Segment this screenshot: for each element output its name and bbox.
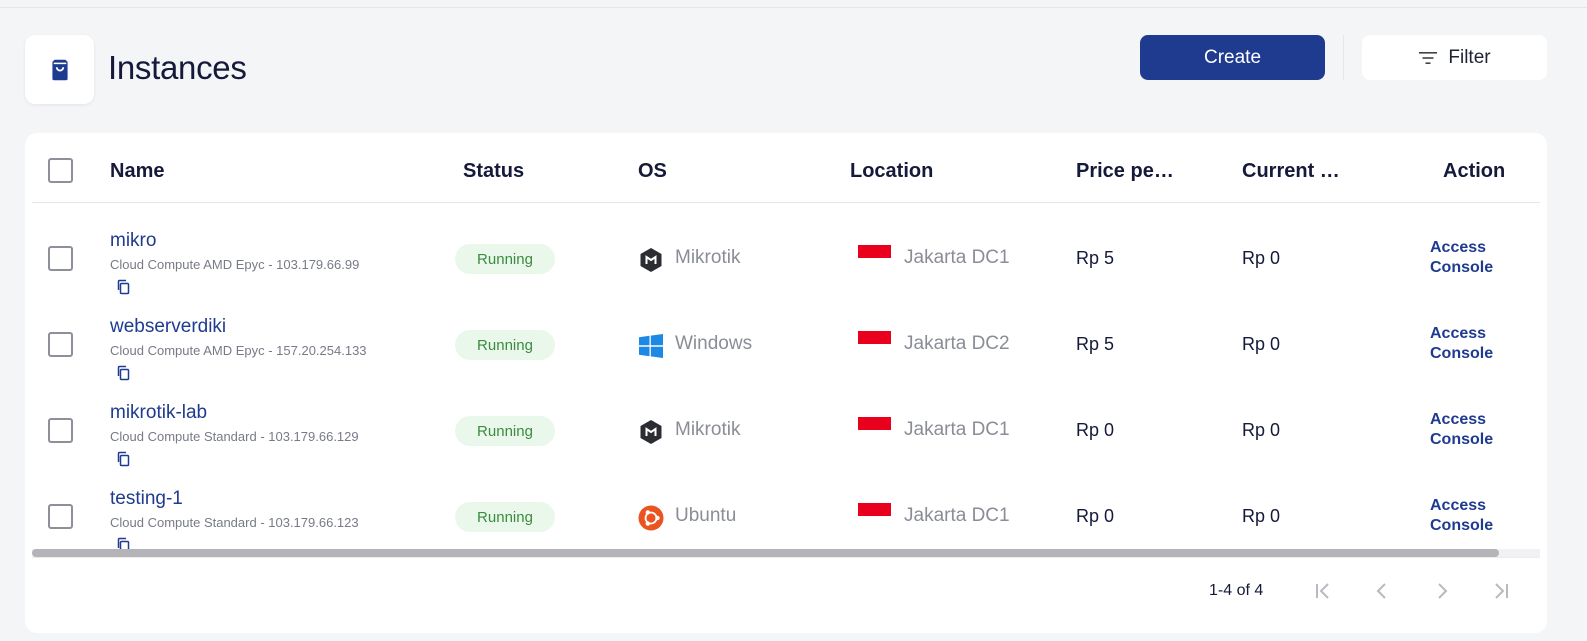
location-label: Jakarta DC1 [904, 505, 1010, 526]
os-label: Windows [675, 333, 753, 354]
access-console-link[interactable]: Access Console [1430, 496, 1510, 536]
os-label: Mikrotik [675, 419, 741, 440]
current-value: Rp 0 [1242, 334, 1281, 354]
copy-icon[interactable] [116, 365, 132, 381]
filter-button[interactable]: Filter [1362, 35, 1547, 80]
chevron-left-icon [1376, 583, 1386, 599]
instance-subtitle: Cloud Compute AMD Epyc - 103.179.66.99 [110, 257, 360, 272]
os-label: Ubuntu [675, 505, 737, 526]
row-checkbox[interactable] [48, 418, 73, 443]
current-value: Rp 0 [1242, 248, 1281, 268]
table-row: mikrotik-lab Cloud Compute Standard - 10… [0, 386, 1587, 472]
access-console-link[interactable]: Access Console [1430, 410, 1510, 450]
copy-icon[interactable] [116, 451, 132, 467]
action-line-2: Console [1430, 517, 1494, 534]
previous-page-button[interactable] [1370, 580, 1394, 602]
os-label: Mikrotik [675, 247, 741, 268]
action-line-2: Console [1430, 345, 1494, 362]
instance-name-link[interactable]: webserverdiki [110, 316, 226, 338]
status-badge: Running [455, 502, 555, 532]
instance-name-link[interactable]: testing-1 [110, 488, 183, 510]
action-line-1: Access [1430, 497, 1487, 514]
column-header-price[interactable]: Price pe… [1076, 160, 1174, 183]
price-value: Rp 5 [1076, 248, 1115, 268]
status-badge: Running [455, 330, 555, 360]
price-value: Rp 5 [1076, 334, 1115, 354]
access-console-link[interactable]: Access Console [1430, 238, 1510, 278]
footer-divider [32, 557, 1540, 558]
status-badge: Running [455, 416, 555, 446]
column-header-name[interactable]: Name [110, 160, 164, 183]
filter-label: Filter [1448, 46, 1491, 68]
last-page-button[interactable] [1489, 580, 1513, 602]
column-header-action: Action [1443, 160, 1506, 182]
shopping-bag-icon [51, 59, 68, 80]
column-header-current[interactable]: Current … [1242, 160, 1340, 183]
page-icon-box [25, 35, 94, 104]
instance-subtitle: Cloud Compute Standard - 103.179.66.123 [110, 515, 359, 530]
copy-icon[interactable] [116, 279, 132, 295]
mikrotik-icon [640, 248, 662, 272]
pagination-range: 1-4 of 4 [1209, 582, 1264, 599]
action-line-2: Console [1430, 259, 1494, 276]
current-value: Rp 0 [1242, 420, 1281, 440]
toolbar-divider [1343, 35, 1344, 80]
location-label: Jakarta DC1 [904, 247, 1010, 268]
create-button[interactable]: Create [1140, 35, 1325, 80]
action-line-1: Access [1430, 411, 1487, 428]
action-line-1: Access [1430, 325, 1487, 342]
column-header-os[interactable]: OS [638, 160, 667, 183]
row-checkbox[interactable] [48, 504, 73, 529]
top-divider [0, 7, 1587, 8]
ubuntu-icon [638, 505, 664, 531]
instance-name-link[interactable]: mikro [110, 230, 156, 252]
access-console-link[interactable]: Access Console [1430, 324, 1510, 364]
instance-name-link[interactable]: mikrotik-lab [110, 402, 207, 424]
column-header-status[interactable]: Status [463, 160, 524, 183]
instance-subtitle: Cloud Compute AMD Epyc - 157.20.254.133 [110, 343, 367, 358]
windows-icon [639, 334, 663, 358]
price-value: Rp 0 [1076, 420, 1115, 440]
table-row: mikro Cloud Compute AMD Epyc - 103.179.6… [0, 214, 1587, 300]
select-all-checkbox[interactable] [48, 158, 73, 183]
location-label: Jakarta DC2 [904, 333, 1010, 354]
location-label: Jakarta DC1 [904, 419, 1010, 440]
indonesia-flag [858, 503, 891, 516]
filter-lines-icon [1419, 51, 1438, 64]
horizontal-scrollbar-thumb[interactable] [32, 549, 1499, 557]
column-header-location[interactable]: Location [850, 160, 933, 183]
row-checkbox[interactable] [48, 246, 73, 271]
indonesia-flag [858, 417, 891, 430]
price-value: Rp 0 [1076, 506, 1115, 526]
instance-subtitle: Cloud Compute Standard - 103.179.66.129 [110, 429, 359, 444]
mikrotik-icon [640, 420, 662, 444]
current-value: Rp 0 [1242, 506, 1281, 526]
first-page-button[interactable] [1311, 580, 1335, 602]
table-row: testing-1 Cloud Compute Standard - 103.1… [0, 472, 1587, 558]
table-row: webserverdiki Cloud Compute AMD Epyc - 1… [0, 300, 1587, 386]
page-title: Instances [108, 49, 247, 86]
action-line-1: Access [1430, 239, 1487, 256]
first-page-icon [1316, 583, 1329, 599]
next-page-button[interactable] [1430, 580, 1454, 602]
row-checkbox[interactable] [48, 332, 73, 357]
last-page-icon [1495, 583, 1508, 599]
chevron-right-icon [1438, 583, 1448, 599]
action-line-2: Console [1430, 431, 1494, 448]
indonesia-flag [858, 245, 891, 258]
indonesia-flag [858, 331, 891, 344]
header-divider [32, 202, 1540, 203]
status-badge: Running [455, 244, 555, 274]
